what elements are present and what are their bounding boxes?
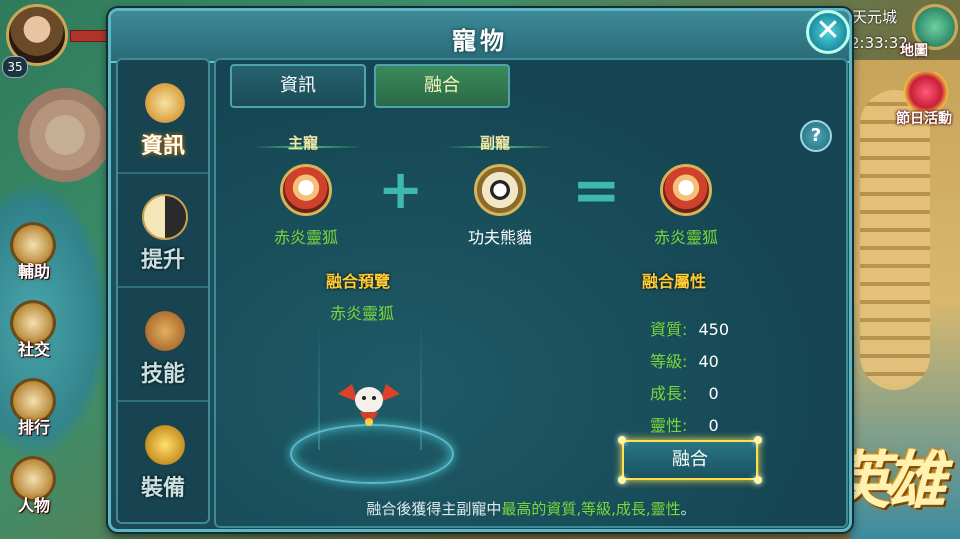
wheel-decoration bbox=[860, 90, 930, 390]
nav-item-label: 裝備 bbox=[140, 476, 185, 501]
sub-pet-name: 功夫熊貓 bbox=[467, 228, 532, 247]
main-pet-label: 主寵 bbox=[288, 134, 319, 152]
result-pet-slot bbox=[660, 164, 712, 216]
attribute-row: 資質: 450 bbox=[650, 316, 729, 340]
attribute-row: 等級: 40 bbox=[650, 348, 719, 372]
note-suffix: 。 bbox=[680, 500, 696, 518]
fusion-preview-heading: 融合預覽 bbox=[326, 272, 391, 291]
paw-icon bbox=[142, 422, 188, 468]
plus-icon: + bbox=[378, 158, 424, 221]
window-titlebar: 寵物 bbox=[111, 11, 849, 63]
fusion-note: 融合後獲得主副寵中最高的資質,等級,成長,靈性。 bbox=[214, 498, 848, 519]
player-level-badge: 35 bbox=[2, 56, 28, 78]
attribute-value: 40 bbox=[698, 352, 719, 371]
note-highlight: 最高的資質,等級,成長,靈性 bbox=[501, 500, 681, 518]
health-bar bbox=[70, 30, 112, 42]
location-name: 天元城 bbox=[852, 8, 898, 26]
nav-item-label: 技能 bbox=[140, 362, 185, 387]
left-menu-ranking[interactable]: 排行 bbox=[6, 414, 62, 438]
nav-item-upgrade[interactable]: 提升 bbox=[118, 174, 208, 288]
tab-info[interactable]: 資訊 bbox=[230, 64, 366, 108]
attribute-value: 0 bbox=[708, 416, 719, 435]
left-menu-character[interactable]: 人物 bbox=[6, 492, 62, 516]
button-sparkle bbox=[754, 476, 762, 484]
attribute-row: 成長: 0 bbox=[650, 380, 719, 404]
main-pet-name: 赤炎靈狐 bbox=[273, 228, 338, 247]
result-pet-name: 赤炎靈狐 bbox=[653, 228, 718, 247]
attribute-label: 等級: bbox=[650, 352, 688, 371]
fusion-attributes-heading: 融合屬性 bbox=[642, 272, 707, 291]
main-pet-slot[interactable] bbox=[280, 164, 332, 216]
fuse-button[interactable]: 融合 bbox=[622, 440, 758, 480]
nav-item-skills[interactable]: 技能 bbox=[118, 288, 208, 402]
skill-book-icon bbox=[142, 308, 188, 354]
tab-fusion[interactable]: 融合 bbox=[374, 64, 510, 108]
nav-item-label: 提升 bbox=[140, 248, 185, 273]
equals-icon: = bbox=[572, 156, 621, 224]
lotus-decoration bbox=[10, 80, 120, 190]
pet-side-nav: 資訊 提升 技能 裝備 bbox=[116, 58, 210, 524]
fox-pet-model bbox=[338, 384, 400, 426]
attribute-value: 450 bbox=[698, 320, 730, 339]
close-button[interactable]: ✕ bbox=[806, 10, 850, 54]
sub-pet-label: 副寵 bbox=[480, 134, 511, 152]
window-title: 寵物 bbox=[452, 27, 508, 55]
help-button[interactable]: ? bbox=[800, 120, 832, 152]
scroll-icon bbox=[142, 80, 188, 126]
attribute-row: 靈性: 0 bbox=[650, 412, 719, 436]
preview-pet-name: 赤炎靈狐 bbox=[330, 304, 395, 323]
left-menu-social[interactable]: 社交 bbox=[6, 336, 62, 360]
note-prefix: 融合後獲得主副寵中 bbox=[366, 500, 502, 518]
button-sparkle bbox=[618, 436, 626, 444]
sub-pet-slot[interactable] bbox=[474, 164, 526, 216]
nav-item-info[interactable]: 資訊 bbox=[118, 60, 208, 174]
left-menu-assist[interactable]: 輔助 bbox=[6, 258, 62, 282]
attribute-label: 資質: bbox=[650, 320, 688, 339]
attribute-label: 成長: bbox=[650, 384, 688, 403]
nav-item-label: 資訊 bbox=[140, 134, 185, 159]
button-sparkle bbox=[754, 436, 762, 444]
button-sparkle bbox=[618, 476, 626, 484]
nav-item-equipment[interactable]: 裝備 bbox=[118, 402, 208, 514]
attribute-value: 0 bbox=[708, 384, 719, 403]
festival-event-icon[interactable] bbox=[902, 72, 950, 112]
festival-event-label[interactable]: 節日活動 bbox=[896, 108, 952, 128]
yin-yang-icon bbox=[142, 194, 188, 240]
map-label[interactable]: 地圖 bbox=[900, 40, 928, 60]
attribute-label: 靈性: bbox=[650, 416, 688, 435]
